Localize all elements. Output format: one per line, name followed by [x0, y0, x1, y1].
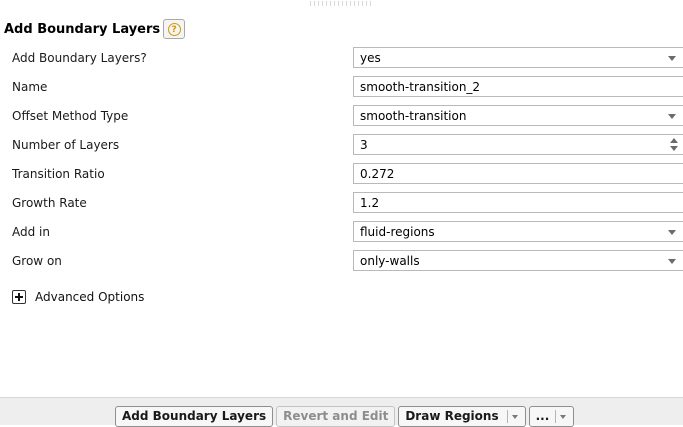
add-boundary-layers-dropdown[interactable]: yes: [353, 47, 683, 68]
advanced-options-label: Advanced Options: [35, 290, 145, 304]
help-button[interactable]: ?: [163, 19, 186, 39]
name-value: smooth-transition_2: [360, 80, 481, 94]
panel-header: Add Boundary Layers ?: [0, 14, 683, 44]
name-row: Name smooth-transition_2: [0, 73, 683, 102]
offset-method-dropdown[interactable]: smooth-transition: [353, 105, 683, 126]
grow-on-label: Grow on: [12, 254, 62, 268]
transition-ratio-value: 0.272: [360, 167, 395, 181]
name-input[interactable]: smooth-transition_2: [353, 76, 683, 97]
chevron-down-icon: [668, 259, 676, 264]
number-of-layers-row: Number of Layers 3: [0, 131, 683, 160]
add-boundary-layers-button[interactable]: Add Boundary Layers: [115, 406, 274, 427]
add-in-dropdown[interactable]: fluid-regions: [353, 221, 683, 242]
panel-title: Add Boundary Layers: [4, 21, 161, 37]
footer-buttons: Add Boundary Layers Revert and Edit Draw…: [115, 406, 577, 427]
more-label: ...: [535, 409, 550, 423]
spinner-up-icon[interactable]: [670, 138, 678, 143]
add-boundary-layers-label: Add Boundary Layers?: [12, 51, 147, 65]
offset-method-row: Offset Method Type smooth-transition: [0, 102, 683, 131]
chevron-down-icon: [668, 114, 676, 119]
transition-ratio-input[interactable]: 0.272: [353, 163, 683, 184]
number-of-layers-label: Number of Layers: [12, 138, 120, 152]
add-boundary-layers-row: Add Boundary Layers? yes: [0, 44, 683, 73]
add-in-label: Add in: [12, 225, 50, 239]
name-label: Name: [12, 80, 48, 94]
split-divider: [555, 410, 557, 423]
add-in-value: fluid-regions: [360, 225, 435, 239]
revert-and-edit-button[interactable]: Revert and Edit: [276, 406, 396, 427]
chevron-down-icon[interactable]: [560, 414, 567, 419]
offset-method-value: smooth-transition: [360, 109, 467, 123]
panel-resize-grip[interactable]: [310, 1, 374, 6]
split-divider: [506, 410, 508, 423]
chevron-down-icon: [668, 230, 676, 235]
footer-bar: Add Boundary Layers Revert and Edit Draw…: [0, 397, 683, 427]
spinner-down-icon[interactable]: [670, 146, 678, 151]
add-boundary-layers-value: yes: [360, 51, 381, 65]
chevron-down-icon[interactable]: [511, 414, 518, 419]
advanced-options-toggle[interactable]: Advanced Options: [12, 287, 144, 307]
draw-regions-label: Draw Regions: [405, 409, 499, 423]
transition-ratio-label: Transition Ratio: [12, 167, 105, 181]
number-of-layers-value: 3: [360, 138, 368, 152]
help-icon: ?: [167, 22, 181, 36]
chevron-down-icon: [668, 56, 676, 61]
more-options-button[interactable]: ...: [528, 406, 575, 427]
plus-icon[interactable]: [12, 290, 26, 304]
growth-rate-input[interactable]: 1.2: [353, 192, 683, 213]
transition-ratio-row: Transition Ratio 0.272: [0, 160, 683, 189]
grow-on-value: only-walls: [360, 254, 420, 268]
growth-rate-label: Growth Rate: [12, 196, 87, 210]
growth-rate-value: 1.2: [360, 196, 380, 210]
add-in-row: Add in fluid-regions: [0, 218, 683, 247]
grow-on-dropdown[interactable]: only-walls: [353, 250, 683, 271]
growth-rate-row: Growth Rate 1.2: [0, 189, 683, 218]
offset-method-label: Offset Method Type: [12, 109, 129, 123]
number-of-layers-spinner[interactable]: 3: [353, 134, 683, 155]
grow-on-row: Grow on only-walls: [0, 247, 683, 276]
draw-regions-button[interactable]: Draw Regions: [398, 406, 526, 427]
